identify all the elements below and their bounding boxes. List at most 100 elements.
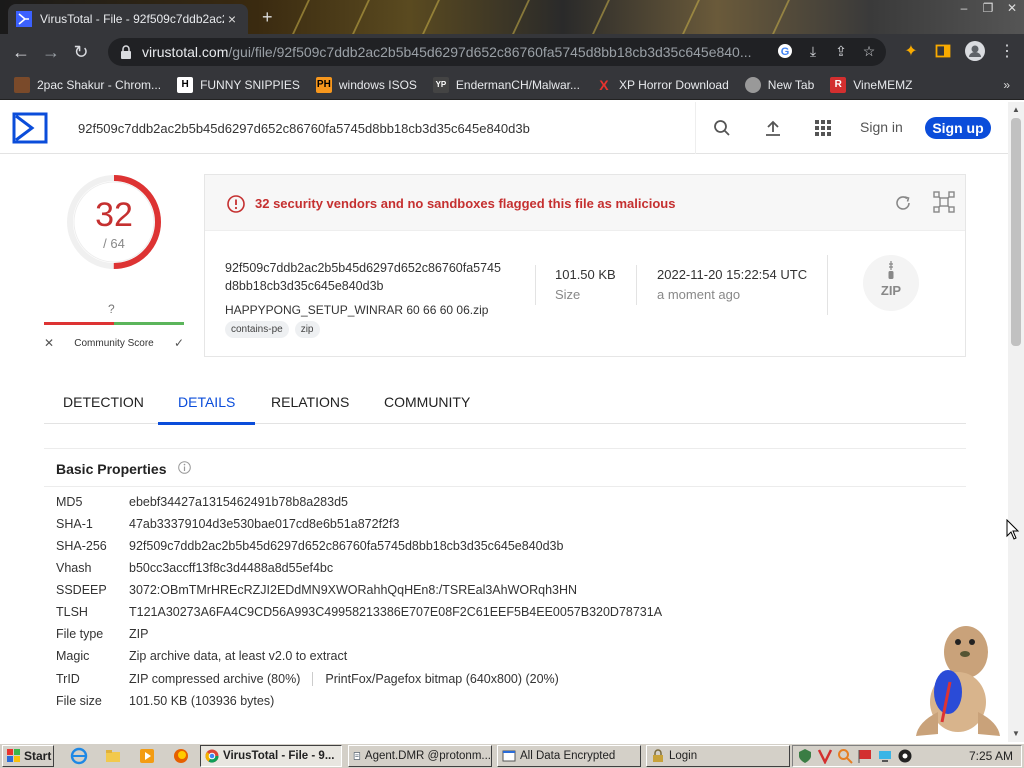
divider [827, 255, 828, 315]
property-value: b50cc3accff13f8c3d4488a8d55ef4bc [129, 561, 334, 575]
search-input[interactable]: 92f509c7ddb2ac2b5b45d6297d652c86760fa574… [62, 102, 696, 154]
bookmark-label: VineMEMZ [853, 77, 913, 92]
sign-up-button[interactable]: Sign up [925, 117, 991, 139]
tag-contains-pe[interactable]: contains-pe [225, 321, 289, 338]
folder-icon[interactable] [104, 747, 122, 765]
taskbar-item-agent-dmr[interactable]: Agent.DMR @protonm... [348, 745, 492, 767]
property-row-trid: TrID ZIP compressed archive (80%) PrintF… [56, 668, 559, 690]
tray-search-icon[interactable] [837, 748, 853, 764]
share-icon[interactable]: ⇪ [832, 42, 850, 60]
analysis-date: 2022-11-20 15:22:54 UTC [657, 267, 808, 282]
scrollbar-thumb[interactable] [1011, 118, 1021, 346]
clock[interactable]: 7:25 AM [969, 749, 1013, 763]
property-value: ZIP compressed archive (80%) [129, 672, 301, 686]
bookmark-windows-isos[interactable]: PH windows ISOS [315, 76, 417, 93]
upload-icon[interactable] [761, 116, 785, 140]
forward-icon[interactable]: → [36, 37, 66, 67]
tab-details[interactable]: DETAILS [157, 384, 256, 425]
taskbar-label: All Data Encrypted [520, 750, 616, 762]
scroll-down-icon[interactable]: ▼ [1008, 726, 1024, 742]
virustotal-favicon [16, 11, 32, 27]
info-icon[interactable] [178, 461, 191, 474]
graph-view-icon[interactable] [933, 191, 955, 213]
browser-toolbar: ← → ↻ virustotal.com/gui/file/92f509c7dd… [0, 34, 1024, 70]
file-hash[interactable]: 92f509c7ddb2ac2b5b45d6297d652c86760fa574… [225, 259, 525, 295]
start-button[interactable]: Start [2, 745, 54, 767]
address-bar[interactable]: virustotal.com/gui/file/92f509c7ddb2ac2b… [108, 38, 886, 66]
close-tab-icon[interactable]: × [224, 11, 240, 27]
bookmark-new-tab[interactable]: New Tab [744, 76, 814, 93]
zip-file-type-icon: ZIP [863, 255, 919, 311]
reload-icon[interactable]: ↻ [66, 37, 96, 67]
minimize-icon[interactable]: – [952, 0, 976, 16]
scroll-up-icon[interactable]: ▲ [1008, 102, 1024, 118]
vote-harmful-icon[interactable]: ✕ [44, 336, 54, 350]
system-tray: 7:25 AM [792, 745, 1022, 767]
media-player-icon[interactable] [138, 747, 156, 765]
search-icon[interactable] [710, 116, 734, 140]
menu-kebab-icon[interactable]: ⋮ [996, 40, 1018, 62]
new-tab-button[interactable]: + [262, 7, 273, 28]
community-score: ✕ Community Score ✓ [44, 336, 184, 350]
tray-network-icon[interactable] [877, 748, 893, 764]
property-key: Magic [56, 649, 90, 663]
internet-explorer-icon[interactable] [70, 747, 88, 765]
tab-community[interactable]: COMMUNITY [384, 384, 470, 424]
back-icon[interactable]: ← [6, 37, 36, 67]
tray-antivirus-icon[interactable] [817, 748, 833, 764]
tab-detection[interactable]: DETECTION [63, 384, 144, 424]
property-row-vhash: Vhash b50cc3accff13f8c3d4488a8d55ef4bc [56, 557, 333, 579]
profile-avatar-icon[interactable] [964, 40, 986, 62]
bookmark-xp-horror[interactable]: X XP Horror Download [596, 77, 729, 93]
close-window-icon[interactable]: ✕ [1000, 0, 1024, 16]
google-icon[interactable]: G [776, 42, 794, 60]
tray-shield-icon[interactable] [797, 748, 813, 764]
bookmark-endermanch[interactable]: YP EndermanCH/Malwar... [432, 76, 580, 93]
taskbar-item-login[interactable]: Login [646, 745, 790, 767]
property-value: T121A30273A6FA4C9CD56A993C49958213386E70… [129, 605, 663, 619]
property-key: SHA-256 [56, 539, 107, 553]
bookmark-star-icon[interactable]: ☆ [860, 42, 878, 60]
bookmarks-overflow-icon[interactable]: » [1003, 78, 1010, 92]
firefox-icon[interactable] [172, 747, 190, 765]
newtab-favicon [744, 76, 761, 93]
property-value: 101.50 KB (103936 bytes) [129, 694, 275, 708]
wallpaper-streak [592, 0, 610, 34]
download-icon[interactable]: ⤓ [804, 42, 822, 60]
windows-logo-icon [7, 749, 20, 762]
sign-in-link[interactable]: Sign in [860, 119, 903, 135]
tag-zip[interactable]: zip [294, 321, 320, 338]
chrome-icon [205, 749, 219, 763]
divider [535, 265, 536, 305]
property-row-file-size: File size 101.50 KB (103936 bytes) [56, 690, 274, 712]
start-label: Start [24, 749, 52, 763]
property-key: TrID [56, 672, 80, 686]
detection-count: 32 [95, 196, 133, 234]
taskbar-item-all-data-encrypted[interactable]: All Data Encrypted [497, 745, 641, 767]
browser-tab-virustotal[interactable]: VirusTotal - File - 92f509c7ddb2ac2 × [8, 4, 248, 34]
r-favicon: R [830, 76, 847, 93]
property-row-magic: Magic Zip archive data, at least v2.0 to… [56, 645, 347, 667]
verdict-banner: 32 security vendors and no sandboxes fla… [205, 175, 965, 231]
bookmark-2pac[interactable]: 2pac Shakur - Chrom... [14, 76, 161, 93]
apps-grid-icon[interactable] [811, 116, 835, 140]
bookmark-label: XP Horror Download [618, 77, 729, 92]
tray-media-icon[interactable] [897, 748, 913, 764]
bookmark-funny-snippies[interactable]: H FUNNY SNIPPIES [177, 76, 300, 93]
taskbar-label: VirusTotal - File - 9... [223, 750, 335, 762]
virustotal-header: 92f509c7ddb2ac2b5b45d6297d652c86760fa574… [0, 102, 1008, 154]
page-scrollbar[interactable]: ▲ ▼ [1008, 102, 1024, 742]
x-favicon: X [599, 76, 609, 93]
divider [636, 265, 637, 305]
virustotal-logo-icon[interactable] [12, 112, 48, 144]
tray-flag-icon[interactable] [857, 748, 873, 764]
bookmark-vinememz[interactable]: R VineMEMZ [830, 76, 913, 93]
side-panel-icon[interactable] [932, 40, 954, 62]
vote-harmless-icon[interactable]: ✓ [174, 336, 184, 350]
reanalyze-icon[interactable] [893, 193, 913, 213]
taskbar-item-virustotal[interactable]: VirusTotal - File - 9... [200, 745, 342, 767]
community-score-value: ? [108, 302, 115, 316]
tab-relations[interactable]: RELATIONS [271, 384, 349, 424]
restore-icon[interactable]: ❐ [976, 0, 1000, 16]
extensions-icon[interactable]: ✦ [900, 40, 922, 62]
